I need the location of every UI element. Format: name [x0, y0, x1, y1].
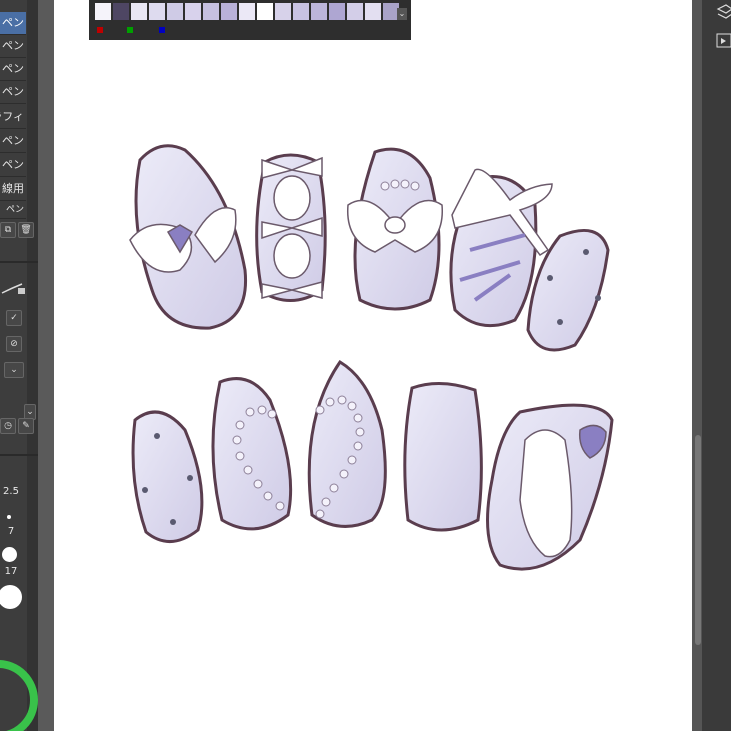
color-swatch[interactable]	[329, 3, 346, 20]
color-swatch[interactable]	[95, 3, 112, 20]
color-set-palette: ⌄	[89, 0, 411, 40]
palette-channel-marker	[159, 27, 165, 33]
nail-pearl-arc-2	[307, 359, 387, 528]
drawing-canvas[interactable]	[54, 0, 692, 731]
canvas-vertical-scrollbar[interactable]	[695, 435, 701, 645]
color-swatch[interactable]	[365, 3, 382, 20]
color-swatch[interactable]	[221, 3, 238, 20]
color-swatch[interactable]	[113, 3, 130, 20]
palette-scroll-down-icon[interactable]: ⌄	[397, 8, 407, 20]
layer-icons	[716, 4, 731, 48]
palette-channel-marker	[127, 27, 133, 33]
color-swatch[interactable]	[239, 3, 256, 20]
color-swatch[interactable]	[293, 3, 310, 20]
color-swatch[interactable]	[257, 3, 274, 20]
palette-channel-marker	[97, 27, 103, 33]
color-swatch[interactable]	[275, 3, 292, 20]
color-swatch[interactable]	[149, 3, 166, 20]
color-swatch[interactable]	[347, 3, 364, 20]
nail-bows-oval-2	[403, 381, 483, 532]
color-swatch[interactable]	[185, 3, 202, 20]
nail-art-illustration	[129, 144, 614, 571]
layer-panel-strip	[702, 0, 731, 731]
color-swatch[interactable]	[167, 3, 184, 20]
color-swatch[interactable]	[131, 3, 148, 20]
color-wheel-ring[interactable]	[0, 0, 38, 731]
canvas-margin	[38, 0, 54, 731]
color-swatch[interactable]	[311, 3, 328, 20]
sub-tool-panel: ペン ペン ペン ペン ラフィ ペン ペン 線用 ペン ⧉ 🗑 ✓ ⊘ ⌄ ⌄ …	[0, 0, 38, 731]
color-swatch[interactable]	[203, 3, 220, 20]
